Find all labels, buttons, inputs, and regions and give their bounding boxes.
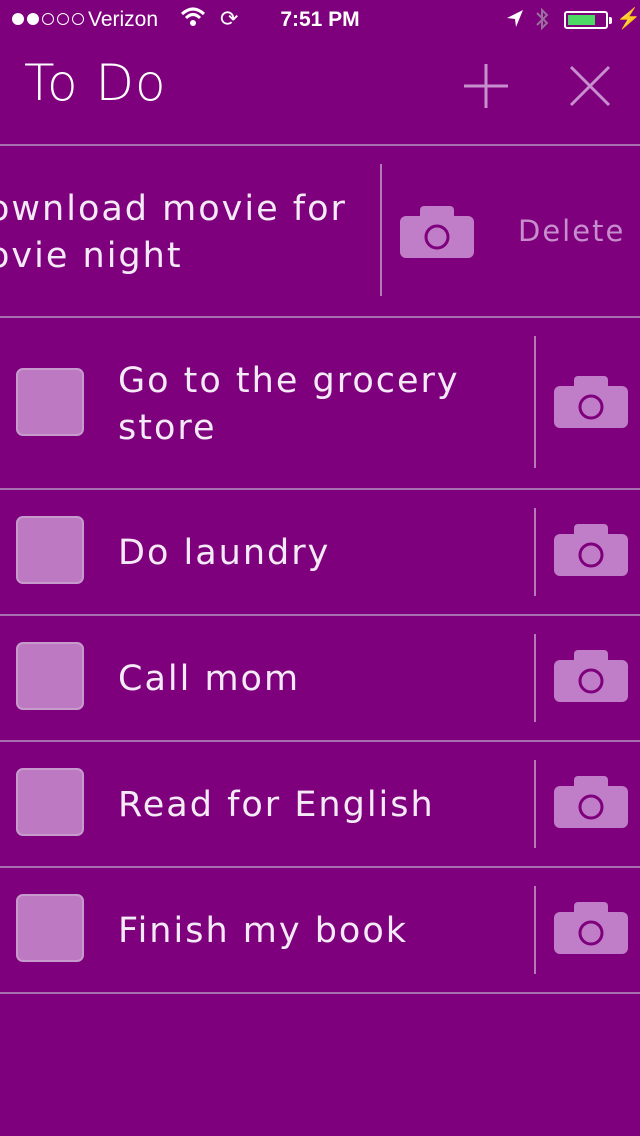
camera-button[interactable] <box>400 206 474 258</box>
task-label: Do laundry <box>118 533 331 573</box>
task-checkbox[interactable] <box>16 642 84 710</box>
task-checkbox[interactable] <box>16 768 84 836</box>
add-task-button[interactable] <box>462 62 510 110</box>
task-row: Go to the grocery store <box>0 318 640 488</box>
task-checkbox[interactable] <box>16 368 84 436</box>
battery-level <box>568 15 595 25</box>
location-arrow-icon <box>505 8 525 36</box>
divider <box>0 992 640 994</box>
camera-icon <box>554 776 628 828</box>
task-row: Do laundry <box>0 490 640 614</box>
row-separator <box>534 760 536 848</box>
row-separator <box>534 508 536 596</box>
close-button[interactable] <box>566 62 614 110</box>
camera-button[interactable] <box>554 524 628 576</box>
camera-button[interactable] <box>554 650 628 702</box>
task-checkbox[interactable] <box>16 516 84 584</box>
battery-icon <box>564 11 612 29</box>
camera-button[interactable] <box>554 376 628 428</box>
row-separator <box>534 634 536 722</box>
task-label: Call mom <box>118 659 301 699</box>
close-icon <box>569 65 611 107</box>
page-title: To Do <box>24 54 167 112</box>
battery-tip <box>609 17 612 24</box>
delete-button[interactable]: Delete <box>518 214 625 248</box>
task-label: Go to the grocery store <box>118 361 460 448</box>
task-row: Finish my book <box>0 868 640 992</box>
camera-button[interactable] <box>554 776 628 828</box>
row-separator <box>380 164 382 296</box>
plus-icon <box>464 64 508 108</box>
camera-icon <box>554 524 628 576</box>
nav-bar: To Do <box>0 40 640 145</box>
task-row: Read for English <box>0 742 640 866</box>
camera-icon <box>400 206 474 258</box>
camera-button[interactable] <box>554 902 628 954</box>
camera-icon <box>554 902 628 954</box>
task-label: Finish my book <box>118 911 409 951</box>
status-bar: Verizon ⟳ 7:51 PM ⚡ <box>0 0 640 40</box>
task-checkbox[interactable] <box>16 894 84 962</box>
bluetooth-icon <box>534 6 550 38</box>
task-row: Call mom <box>0 616 640 740</box>
row-separator <box>534 886 536 974</box>
camera-icon <box>554 650 628 702</box>
swiped-task-label: ownload movie for ovie night <box>0 189 347 276</box>
row-separator <box>534 336 536 468</box>
charging-bolt-icon: ⚡ <box>616 8 640 30</box>
camera-icon <box>554 376 628 428</box>
swiped-task-row[interactable]: ownload movie for ovie night Delete <box>0 146 640 316</box>
task-label: Read for English <box>118 785 435 825</box>
